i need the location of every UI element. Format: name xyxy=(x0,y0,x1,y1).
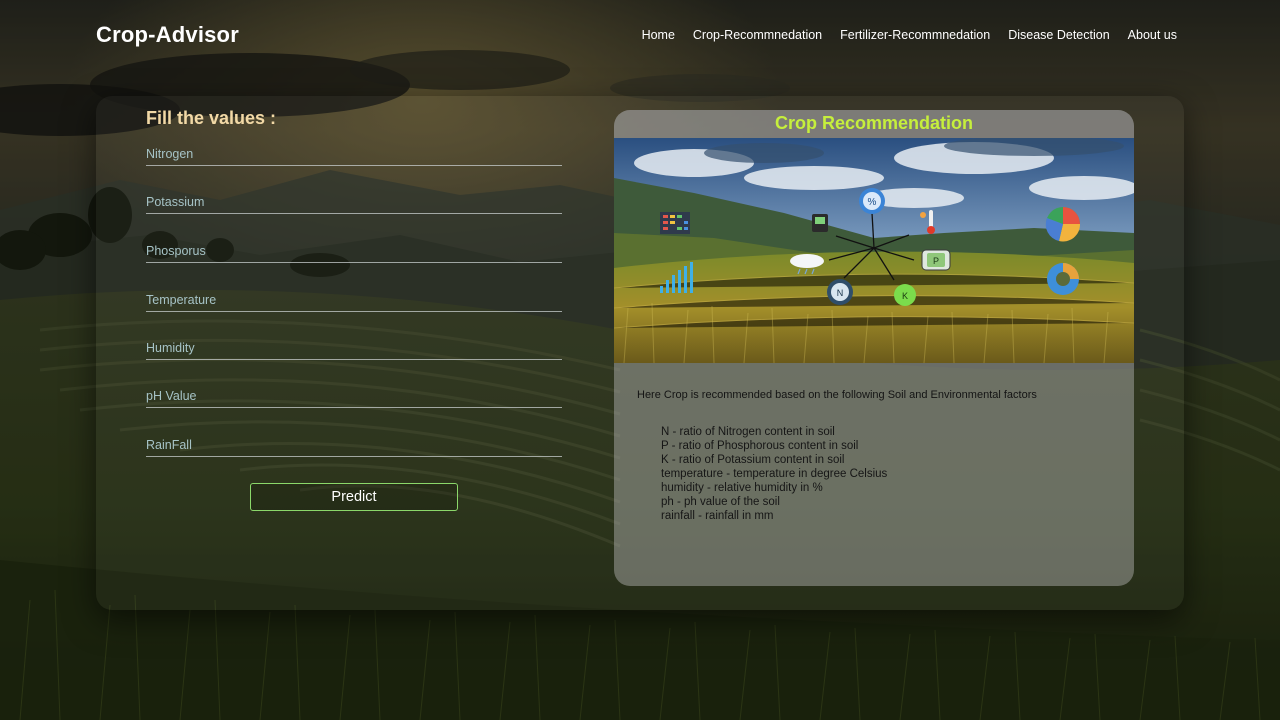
brand-logo-text[interactable]: Crop-Advisor xyxy=(96,22,239,48)
predict-button[interactable]: Predict xyxy=(250,483,458,511)
temperature-input[interactable] xyxy=(146,290,562,310)
phosphorus-field xyxy=(146,241,562,263)
rainfall-input[interactable] xyxy=(146,435,562,455)
card-intro-text: Here Crop is recommended based on the fo… xyxy=(637,389,1037,401)
data-table-icon xyxy=(660,212,690,234)
ph-value-field xyxy=(146,386,562,408)
potassium-field xyxy=(146,192,562,214)
crop-factors-illustration: % P K N xyxy=(614,138,1134,363)
factor-item-temperature: temperature - temperature in degree Cels… xyxy=(661,468,888,480)
factor-item-p: P - ratio of Phosphorous content in soil xyxy=(661,440,859,452)
phosphorus-icon: P xyxy=(921,249,951,271)
factor-item-rainfall: rainfall - rainfall in mm xyxy=(661,510,774,522)
potassium-input[interactable] xyxy=(146,192,562,212)
nav-crop-recommendation[interactable]: Crop-Recommnedation xyxy=(693,28,822,42)
svg-text:P: P xyxy=(933,256,939,266)
main-nav: Home Crop-Recommnedation Fertilizer-Reco… xyxy=(642,28,1177,42)
form-title: Fill the values : xyxy=(146,108,277,128)
nitrogen-icon: N xyxy=(827,279,853,305)
phosphorus-input[interactable] xyxy=(146,241,562,261)
factor-item-ph: ph - ph value of the soil xyxy=(661,496,780,508)
card-title: Crop Recommendation xyxy=(614,110,1134,138)
factor-item-n: N - ratio of Nitrogen content in soil xyxy=(661,426,835,438)
percent-icon: % xyxy=(859,188,885,214)
nav-about-us[interactable]: About us xyxy=(1128,28,1177,42)
nav-home[interactable]: Home xyxy=(642,28,675,42)
pie-chart-icon xyxy=(1045,207,1081,242)
svg-text:N: N xyxy=(837,288,844,298)
meter-icon xyxy=(812,214,828,232)
factor-item-humidity: humidity - relative humidity in % xyxy=(661,482,823,494)
svg-text:K: K xyxy=(902,291,908,301)
ph-value-input[interactable] xyxy=(146,386,562,406)
rainfall-field xyxy=(146,435,562,457)
nitrogen-input[interactable] xyxy=(146,144,562,164)
factor-list: N - ratio of Nitrogen content in soil P … xyxy=(661,425,887,523)
humidity-field xyxy=(146,338,562,360)
nav-disease-detection[interactable]: Disease Detection xyxy=(1008,28,1109,42)
temperature-field xyxy=(146,290,562,312)
potassium-icon: K xyxy=(894,284,916,306)
nitrogen-field xyxy=(146,144,562,166)
svg-text:%: % xyxy=(868,197,877,208)
nav-fertilizer-recommendation[interactable]: Fertilizer-Recommnedation xyxy=(840,28,990,42)
humidity-input[interactable] xyxy=(146,338,562,358)
crop-recommendation-card: Crop Recommendation % P K N Here Crop is… xyxy=(614,110,1134,586)
factor-item-k: K - ratio of Potassium content in soil xyxy=(661,454,845,466)
donut-chart-icon xyxy=(1047,263,1079,295)
